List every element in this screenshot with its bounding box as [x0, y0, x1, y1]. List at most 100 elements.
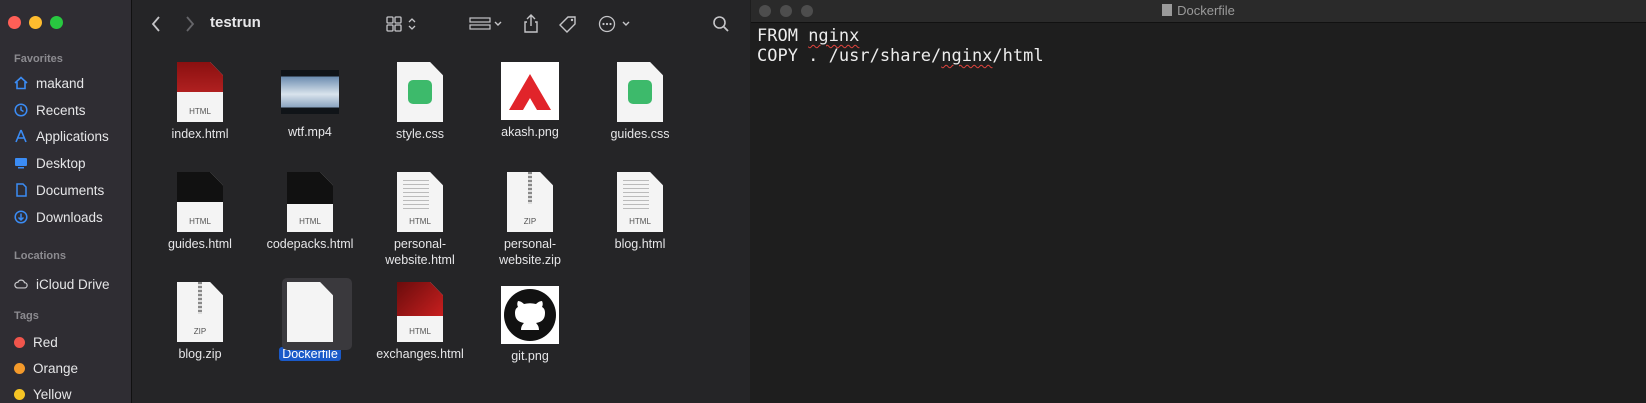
tags-header: Tags [14, 310, 39, 322]
more-actions-button[interactable] [597, 12, 635, 36]
file-item[interactable]: HTML index.html [145, 62, 255, 142]
sidebar-item-label: makand [36, 75, 85, 91]
share-icon [524, 14, 538, 33]
file-name: wtf.mp4 [288, 125, 332, 139]
file-name: guides.css [610, 127, 670, 141]
tag-dot-icon [14, 362, 25, 374]
share-button[interactable] [520, 12, 542, 36]
close-button[interactable] [759, 5, 771, 17]
chevron-right-icon [186, 16, 195, 32]
file-item[interactable]: HTML exchanges.html [365, 282, 475, 362]
file-name: guides.html [168, 237, 232, 251]
view-mode-button[interactable] [384, 12, 420, 36]
blank-file-icon [287, 282, 333, 342]
file-item[interactable]: ZIP blog.zip [145, 282, 255, 362]
zoom-button[interactable] [801, 5, 813, 17]
file-item[interactable]: git.png [475, 282, 585, 364]
code-text: /html [992, 46, 1044, 66]
file-item[interactable]: HTML guides.html [145, 172, 255, 252]
sidebar-item-label: Desktop [36, 155, 86, 171]
css-file-icon [617, 62, 663, 122]
file-item[interactable]: HTML blog.html [585, 172, 695, 252]
file-name: blog.zip [178, 347, 222, 361]
html-file-icon: HTML [287, 172, 333, 232]
sidebar-item-label: Red [33, 334, 58, 350]
sidebar-item-applications[interactable]: Applications [14, 125, 109, 147]
locations-header: Locations [14, 250, 66, 262]
tags-button[interactable] [556, 12, 580, 36]
sidebar-item-downloads[interactable]: Downloads [14, 206, 103, 228]
folder-title: testrun [210, 14, 261, 31]
file-name: codepacks.html [266, 237, 354, 251]
sidebar-item-tag-yellow[interactable]: Yellow [14, 383, 72, 403]
code-line: FROM nginx [757, 26, 1044, 46]
file-name: style.css [396, 127, 444, 141]
zip-file-icon: ZIP [177, 282, 223, 342]
file-name: git.png [511, 349, 549, 363]
sidebar-item-tag-red[interactable]: Red [14, 331, 58, 353]
file-item[interactable]: guides.css [585, 62, 695, 142]
minimize-button[interactable] [780, 5, 792, 17]
html-file-icon: HTML [177, 172, 223, 232]
file-name: exchanges.html [376, 347, 464, 361]
finder-window: Favorites makand Recents Applications De… [0, 0, 750, 403]
back-button[interactable] [146, 12, 166, 36]
file-item[interactable]: style.css [365, 62, 475, 142]
sidebar-item-label: Documents [36, 182, 105, 198]
png-thumbnail [501, 286, 559, 344]
sidebar-item-recents[interactable]: Recents [14, 99, 86, 121]
favorites-header: Favorites [14, 53, 63, 65]
window-controls [8, 16, 63, 29]
sidebar-item-label: Recents [36, 102, 86, 118]
search-button[interactable] [710, 12, 732, 36]
sidebar-item-desktop[interactable]: Desktop [14, 152, 86, 174]
desktop-icon [14, 156, 28, 170]
sidebar: Favorites makand Recents Applications De… [0, 0, 132, 403]
clock-icon [14, 103, 28, 117]
minimize-button[interactable] [29, 16, 42, 29]
sidebar-item-label: Orange [33, 360, 79, 376]
editor-window: Dockerfile FROM nginx COPY . /usr/share/n… [751, 0, 1646, 403]
document-icon [14, 183, 28, 197]
html-file-icon: HTML [397, 172, 443, 232]
file-item[interactable]: wtf.mp4 [255, 62, 365, 140]
file-item[interactable]: HTML personal- website.html [365, 172, 475, 268]
sidebar-item-documents[interactable]: Documents [14, 179, 104, 201]
grid-view-icon [386, 16, 416, 32]
file-name: personal- website.html [385, 237, 455, 267]
ellipsis-circle-icon [598, 15, 630, 33]
zip-file-icon: ZIP [507, 172, 553, 232]
file-name: index.html [171, 127, 229, 141]
code-area[interactable]: FROM nginx COPY . /usr/share/nginx/html [757, 26, 1044, 66]
close-button[interactable] [8, 16, 21, 29]
png-thumbnail [501, 62, 559, 120]
group-button[interactable] [468, 12, 506, 36]
sidebar-item-label: Yellow [33, 386, 72, 402]
zoom-button[interactable] [50, 16, 63, 29]
editor-titlebar: Dockerfile [751, 0, 1646, 23]
file-name: akash.png [501, 125, 559, 139]
video-thumbnail [281, 70, 339, 114]
sidebar-item-tag-orange[interactable]: Orange [14, 357, 78, 379]
github-logo-icon [504, 289, 556, 341]
window-controls [759, 5, 813, 17]
finder-toolbar: testrun [132, 0, 750, 48]
file-item[interactable]: akash.png [475, 62, 585, 140]
html-file-icon: HTML [617, 172, 663, 232]
group-icon [469, 17, 502, 30]
chevron-left-icon [151, 16, 160, 32]
tag-dot-icon [14, 336, 25, 348]
editor-title: Dockerfile [1177, 3, 1235, 18]
sidebar-item-home[interactable]: makand [14, 72, 84, 94]
file-name: personal- website.zip [499, 237, 561, 267]
tag-dot-icon [14, 388, 25, 400]
sidebar-item-icloud[interactable]: iCloud Drive [14, 273, 110, 295]
cloud-icon [14, 277, 28, 291]
forward-button[interactable] [180, 12, 200, 36]
file-item[interactable]: HTML codepacks.html [255, 172, 365, 252]
file-name: blog.html [614, 237, 666, 251]
spelling-error: nginx [808, 26, 860, 46]
sidebar-item-label: iCloud Drive [36, 276, 110, 292]
file-item-selected[interactable]: Dockerfile [255, 278, 365, 362]
file-item[interactable]: ZIP personal- website.zip [475, 172, 585, 268]
